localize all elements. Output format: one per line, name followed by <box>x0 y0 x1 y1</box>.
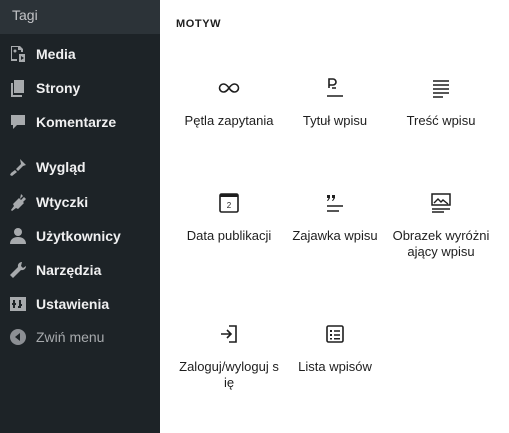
post-list-icon <box>323 322 347 346</box>
media-icon <box>8 44 28 64</box>
calendar-icon: 2 <box>217 191 241 215</box>
sidebar-item-label: Komentarze <box>36 114 117 130</box>
sidebar-item-media[interactable]: Media <box>0 37 160 71</box>
comments-icon <box>8 112 28 132</box>
block-label: Obrazek wyróżniający wpisu <box>392 228 490 259</box>
collapse-icon <box>8 327 28 347</box>
appearance-icon <box>8 157 28 177</box>
svg-text:2: 2 <box>227 201 232 210</box>
sidebar-item-label: Media <box>36 46 76 62</box>
sidebar-item-appearance[interactable]: Wygląd <box>0 150 160 184</box>
users-icon <box>8 226 28 246</box>
excerpt-icon <box>323 191 347 215</box>
admin-sidebar: Tagi Media Strony Komentarze Wygląd Wtyc… <box>0 0 160 433</box>
block-post-content[interactable]: Treść wpisu <box>386 76 496 129</box>
block-label: Lista wpisów <box>298 359 372 374</box>
collapse-menu-button[interactable]: Zwiń menu <box>0 320 160 354</box>
block-label: Tytuł wpisu <box>302 113 368 128</box>
block-post-list[interactable]: Lista wpisów <box>280 322 390 375</box>
block-featured-image[interactable]: Obrazek wyróżniający wpisu <box>386 191 496 259</box>
sidebar-item-comments[interactable]: Komentarze <box>0 105 160 139</box>
login-icon <box>217 322 241 346</box>
block-label: Data publikacji <box>186 228 272 243</box>
sidebar-item-label: Narzędzia <box>36 262 102 278</box>
block-label: Zajawka wpisu <box>292 228 378 243</box>
sidebar-item-pages[interactable]: Strony <box>0 71 160 105</box>
block-post-excerpt[interactable]: Zajawka wpisu <box>280 191 390 244</box>
settings-icon <box>8 294 28 314</box>
block-post-title[interactable]: Tytuł wpisu <box>280 76 390 129</box>
plugins-icon <box>8 192 28 212</box>
pages-icon <box>8 78 28 98</box>
block-label: Pętla zapytania <box>184 113 274 128</box>
block-login-logout[interactable]: Zaloguj/wyloguj się <box>174 322 284 390</box>
sidebar-item-users[interactable]: Użytkownicy <box>0 219 160 253</box>
block-label: Treść wpisu <box>406 113 476 128</box>
tools-icon <box>8 260 28 280</box>
post-title-icon <box>323 76 347 100</box>
sidebar-item-label: Użytkownicy <box>36 228 121 244</box>
post-content-icon <box>429 76 453 100</box>
block-post-date[interactable]: 2 Data publikacji <box>174 191 284 244</box>
block-query-loop[interactable]: Pętla zapytania <box>174 76 284 129</box>
sidebar-item-label: Wtyczki <box>36 194 89 210</box>
sidebar-item-label: Ustawienia <box>36 296 110 312</box>
block-inserter-panel: MOTYW Pętla zapytania Tytuł wpisu Treść … <box>160 0 509 433</box>
sidebar-item-label: Strony <box>36 80 81 96</box>
sidebar-item-label: Tagi <box>12 7 38 23</box>
section-title: MOTYW <box>176 18 222 30</box>
block-label: Zaloguj/wyloguj się <box>179 359 279 390</box>
sidebar-item-tools[interactable]: Narzędzia <box>0 253 160 287</box>
sidebar-item-tags[interactable]: Tagi <box>0 0 160 34</box>
sidebar-item-settings[interactable]: Ustawienia <box>0 287 160 321</box>
featured-image-icon <box>429 191 453 215</box>
loop-icon <box>217 76 241 100</box>
sidebar-item-label: Wygląd <box>36 159 86 175</box>
sidebar-item-plugins[interactable]: Wtyczki <box>0 185 160 219</box>
sidebar-item-label: Zwiń menu <box>36 329 105 345</box>
